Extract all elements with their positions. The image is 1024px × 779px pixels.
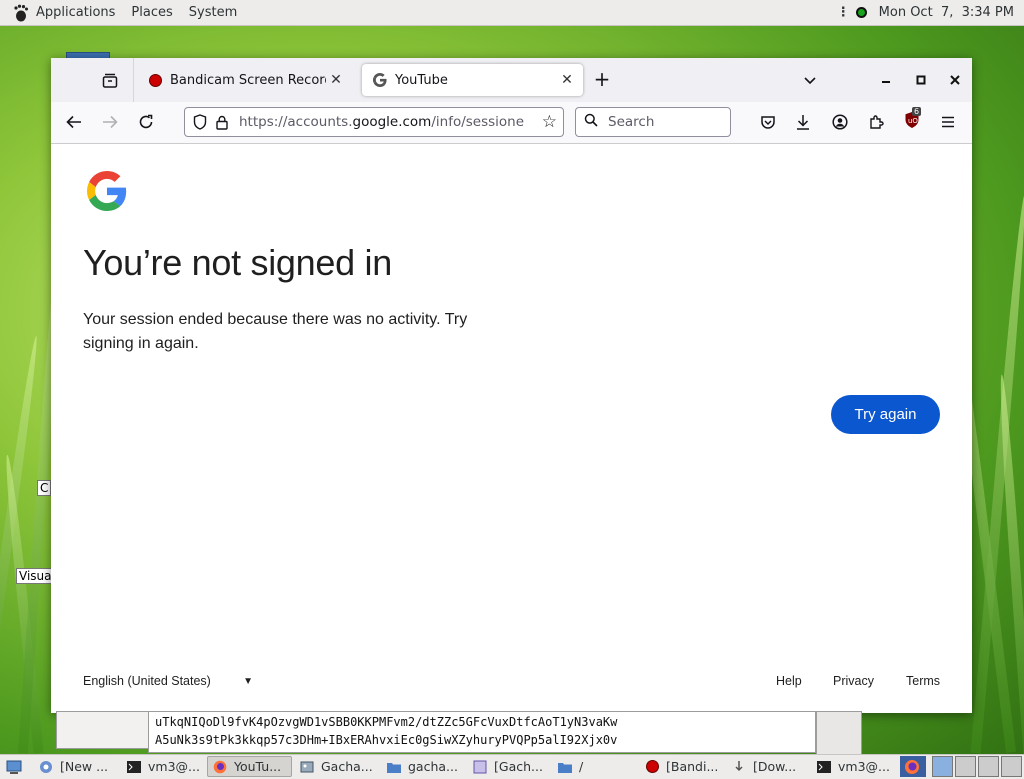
taskbar-label: [New ... xyxy=(60,759,109,774)
top-panel: Applications Places System ⋮ Mon Oct 7, … xyxy=(0,0,1024,26)
tab-list-icon[interactable] xyxy=(99,69,121,91)
taskbar-item-bandicam[interactable]: [Bandi... xyxy=(640,756,724,777)
taskbar-item-youtube[interactable]: YouTu... xyxy=(207,756,292,777)
gnome-foot-icon[interactable] xyxy=(12,4,30,22)
google-g-icon xyxy=(372,72,388,88)
status-indicator-icon[interactable] xyxy=(855,7,867,18)
taskbar-item-new[interactable]: [New ... xyxy=(34,756,120,777)
new-tab-icon[interactable]: + xyxy=(591,69,613,91)
page-content: You’re not signed in Your session ended … xyxy=(51,144,972,713)
url-text[interactable]: https://accounts.google.com/info/session… xyxy=(239,114,524,130)
taskbar-item-downloads[interactable]: [Dow... xyxy=(727,756,811,777)
taskbar-label: [Gach... xyxy=(494,759,543,774)
tracking-protection-shield-icon[interactable] xyxy=(189,111,211,133)
dropdown-arrow-icon: ▼ xyxy=(243,675,253,687)
lock-icon[interactable] xyxy=(211,111,233,133)
image-viewer-icon xyxy=(472,759,488,775)
taskbar-label: / xyxy=(579,759,584,774)
taskbar-firefox-launcher[interactable] xyxy=(900,756,926,777)
maximize-icon[interactable] xyxy=(910,69,932,91)
taskbar-label: [Bandi... xyxy=(666,759,719,774)
taskbar-label: vm3@... xyxy=(838,759,890,774)
url-bar[interactable]: https://accounts.google.com/info/session… xyxy=(184,107,564,137)
record-icon xyxy=(644,759,660,775)
session-message: Your session ended because there was no … xyxy=(83,311,468,352)
close-tab-icon[interactable]: ✕ xyxy=(326,72,346,88)
help-link[interactable]: Help xyxy=(776,674,802,688)
taskbar-item-terminal-2[interactable]: vm3@... xyxy=(812,756,896,777)
privacy-link[interactable]: Privacy xyxy=(833,674,874,688)
browser-window: Bandicam Screen Recorder D ✕ YouTube ✕ + xyxy=(51,58,972,713)
search-icon xyxy=(584,113,600,131)
taskbar-label: gacha... xyxy=(408,759,458,774)
downloads-icon[interactable] xyxy=(792,111,814,133)
tab-separator xyxy=(133,58,134,102)
taskbar-label: YouTu... xyxy=(234,759,282,774)
chromium-icon xyxy=(38,759,54,775)
tab-youtube[interactable]: YouTube ✕ xyxy=(362,64,583,96)
system-menu[interactable]: System xyxy=(189,5,237,20)
taskbar-item-gacha-1[interactable]: Gacha... xyxy=(295,756,380,777)
terminal-scrollbar[interactable] xyxy=(816,711,862,755)
search-placeholder: Search xyxy=(608,114,655,130)
pocket-icon[interactable] xyxy=(757,111,779,133)
terminal-output[interactable]: uTkqNIQoDl9fvK4pOzvgWD1vSBB0KKPMFvm2/dtZ… xyxy=(148,711,816,753)
close-window-icon[interactable] xyxy=(944,69,966,91)
folder-icon xyxy=(386,759,402,775)
bookmark-star-icon[interactable]: ☆ xyxy=(542,112,557,132)
account-icon[interactable] xyxy=(829,111,851,133)
page-title: You’re not signed in xyxy=(83,242,392,283)
google-logo-icon xyxy=(87,171,127,211)
terminal-line: uTkqNIQoDl9fvK4pOzvgWD1vSBB0KKPMFvm2/dtZ… xyxy=(155,715,618,729)
tray-handle-icon[interactable]: ⋮ xyxy=(837,5,850,20)
taskbar-label: Gacha... xyxy=(321,759,373,774)
navigation-toolbar: https://accounts.google.com/info/session… xyxy=(51,102,972,144)
taskbar-label: [Dow... xyxy=(753,759,797,774)
forward-icon[interactable] xyxy=(98,110,122,134)
taskbar-item-terminal-1[interactable]: vm3@... xyxy=(122,756,206,777)
try-again-button[interactable]: Try again xyxy=(831,395,940,434)
taskbar-item-root[interactable]: / xyxy=(553,756,637,777)
svg-text:uO: uO xyxy=(908,117,918,125)
search-bar[interactable]: Search xyxy=(575,107,731,137)
close-tab-icon[interactable]: ✕ xyxy=(557,72,577,88)
tab-title: Bandicam Screen Recorder D xyxy=(170,72,326,88)
list-all-tabs-icon[interactable] xyxy=(799,69,821,91)
reload-icon[interactable] xyxy=(134,110,158,134)
language-label: English (United States) xyxy=(83,674,211,688)
taskbar-label: vm3@... xyxy=(148,759,200,774)
ublock-origin-icon[interactable]: uO 6 xyxy=(904,107,922,131)
language-selector[interactable]: English (United States) ▼ xyxy=(83,674,253,688)
tab-bar: Bandicam Screen Recorder D ✕ YouTube ✕ + xyxy=(51,58,972,102)
extensions-icon[interactable] xyxy=(865,111,887,133)
applications-menu[interactable]: Applications xyxy=(36,5,115,20)
show-desktop-icon[interactable] xyxy=(2,756,24,777)
tab-bandicam[interactable]: Bandicam Screen Recorder D ✕ xyxy=(137,64,352,96)
taskbar-item-gacha-2[interactable]: gacha... xyxy=(382,756,466,777)
background-panel xyxy=(56,711,150,749)
terminal-icon xyxy=(126,759,142,775)
minimize-icon[interactable] xyxy=(875,69,897,91)
folder-icon xyxy=(557,759,573,775)
tab-title: YouTube xyxy=(395,72,448,88)
terminal-icon xyxy=(816,759,832,775)
taskbar: [New ... vm3@... YouTu... Gacha... gacha… xyxy=(0,754,1024,779)
desktop-label-c[interactable]: C xyxy=(37,480,52,496)
places-menu[interactable]: Places xyxy=(131,5,172,20)
ublock-badge: 6 xyxy=(912,107,922,116)
image-viewer-icon xyxy=(299,759,315,775)
firefox-icon xyxy=(212,759,228,775)
back-icon[interactable] xyxy=(62,110,86,134)
clock[interactable]: Mon Oct 7, 3:34 PM xyxy=(879,5,1014,20)
download-pin-icon xyxy=(731,759,747,775)
record-icon xyxy=(147,72,163,88)
workspace-switcher[interactable] xyxy=(932,756,1022,777)
desktop-label-visua[interactable]: Visua xyxy=(16,568,55,584)
terminal-line: A5uNk3s9tPk3kkqp57c3DHm+IBxERAhvxiEc0gSi… xyxy=(155,733,618,747)
taskbar-item-gacha-3[interactable]: [Gach... xyxy=(468,756,552,777)
terms-link[interactable]: Terms xyxy=(906,674,940,688)
app-menu-icon[interactable] xyxy=(937,111,959,133)
